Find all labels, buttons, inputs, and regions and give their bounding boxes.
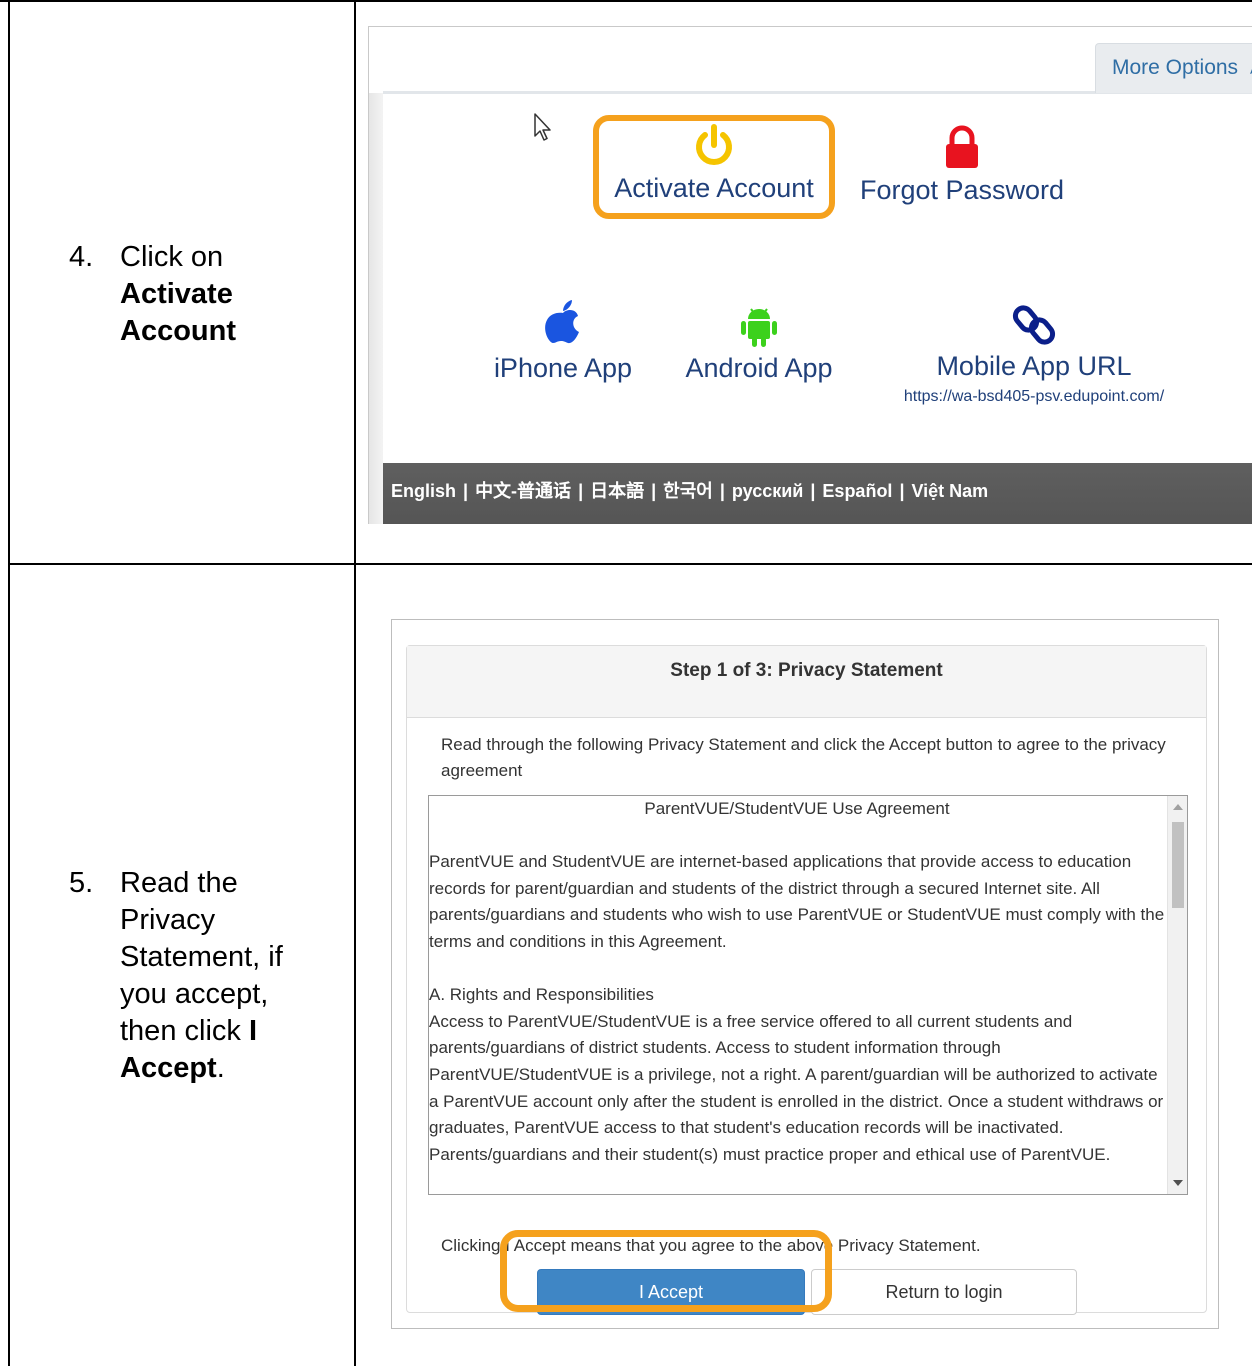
step-text-line: Click on xyxy=(120,241,224,273)
side-shade xyxy=(369,93,383,524)
iphone-app-tile[interactable]: iPhone App xyxy=(473,299,653,384)
agreement-scrollbar[interactable] xyxy=(1167,796,1187,1194)
more-options-tab[interactable]: More Options xyxy=(1095,43,1252,93)
language-link[interactable]: Việt Nam xyxy=(911,481,988,501)
step-4-instruction: 4. Click on Activate Account xyxy=(69,239,339,359)
table-row-divider xyxy=(8,563,1252,565)
step-text-line: Accept. xyxy=(120,1052,225,1084)
more-options-label: More Options xyxy=(1112,56,1239,79)
agreement-title: ParentVUE/StudentVUE Use Agreement xyxy=(644,799,950,818)
mouse-cursor-icon xyxy=(534,113,551,141)
mobile-app-url-tile[interactable]: Mobile App URL https://wa-bsd405-psv.edu… xyxy=(869,301,1199,406)
step-text-line: then click I xyxy=(120,1015,258,1047)
language-separator: | xyxy=(805,481,821,501)
language-separator: | xyxy=(458,481,474,501)
scroll-up-icon[interactable] xyxy=(1173,804,1183,810)
language-link[interactable]: 中文-普通话 xyxy=(475,481,571,501)
step-text-line: Read the xyxy=(120,867,238,899)
mobile-app-url-link[interactable]: https://wa-bsd405-psv.edupoint.com/ xyxy=(869,388,1199,406)
language-separator: | xyxy=(646,481,662,501)
language-separator: | xyxy=(714,481,730,501)
login-options-screenshot: More Options Activate Account Forgot Pas… xyxy=(368,26,1252,524)
step-text-line: you accept, xyxy=(120,978,269,1010)
language-link[interactable]: 한국어 xyxy=(663,481,713,501)
forgot-password-label: Forgot Password xyxy=(859,175,1065,205)
language-link[interactable]: Español xyxy=(822,481,892,501)
step-text-bold: Activate xyxy=(120,278,233,310)
step-text-line: Privacy xyxy=(120,904,216,936)
privacy-statement-screenshot: Step 1 of 3: Privacy Statement Read thro… xyxy=(391,619,1219,1329)
step-5-instruction: 5. Read the Privacy Statement, if you ac… xyxy=(69,865,339,1095)
accept-highlight-box xyxy=(500,1230,832,1312)
agreement-section-heading: A. Rights and Responsibilities xyxy=(429,985,654,1005)
android-app-tile[interactable]: Android App xyxy=(669,303,849,384)
forgot-password-tile[interactable]: Forgot Password xyxy=(853,125,1071,206)
step-number: 4. xyxy=(69,241,94,273)
apple-icon xyxy=(545,300,579,344)
iphone-app-label: iPhone App xyxy=(493,353,633,383)
activate-account-tile[interactable]: Activate Account xyxy=(605,123,823,204)
agreement-text: ParentVUE/StudentVUE Use Agreement Paren… xyxy=(429,796,1165,1168)
agreement-scroll-box[interactable]: ParentVUE/StudentVUE Use Agreement Paren… xyxy=(428,795,1188,1195)
agreement-paragraph: ParentVUE and StudentVUE are internet-ba… xyxy=(429,852,1165,951)
activate-account-label: Activate Account xyxy=(614,173,814,203)
power-icon xyxy=(696,124,732,165)
intro-text: Read through the following Privacy State… xyxy=(441,735,1166,780)
step-number: 5. xyxy=(69,867,94,899)
android-icon xyxy=(741,308,777,347)
panel-title: Step 1 of 3: Privacy Statement xyxy=(407,646,1206,718)
agreement-paragraph: Access to ParentVUE/StudentVUE is a free… xyxy=(429,1011,1164,1164)
privacy-panel: Step 1 of 3: Privacy Statement Read thro… xyxy=(406,645,1207,1315)
language-link[interactable]: русский xyxy=(732,481,803,501)
step-text-line: Statement, if xyxy=(120,941,283,973)
scroll-thumb[interactable] xyxy=(1172,822,1184,908)
language-separator: | xyxy=(894,481,910,501)
step-text-bold: Account xyxy=(120,315,236,347)
scroll-down-icon[interactable] xyxy=(1173,1180,1183,1186)
language-separator: | xyxy=(573,481,589,501)
table-border-left xyxy=(8,0,10,1366)
mobile-app-url-label: Mobile App URL xyxy=(936,351,1132,381)
lock-icon xyxy=(946,125,978,168)
table-column-divider xyxy=(354,0,356,1366)
language-link[interactable]: 日本語 xyxy=(590,481,644,501)
pencil-icon xyxy=(1249,68,1252,74)
language-link[interactable]: English xyxy=(391,481,456,501)
android-app-label: Android App xyxy=(685,353,833,383)
link-icon xyxy=(1012,305,1056,345)
language-bar: English | 中文-普通话 | 日本語 | 한국어 | русский |… xyxy=(383,463,1252,524)
return-to-login-button[interactable]: Return to login xyxy=(811,1269,1077,1315)
table-border-top xyxy=(0,0,1252,2)
